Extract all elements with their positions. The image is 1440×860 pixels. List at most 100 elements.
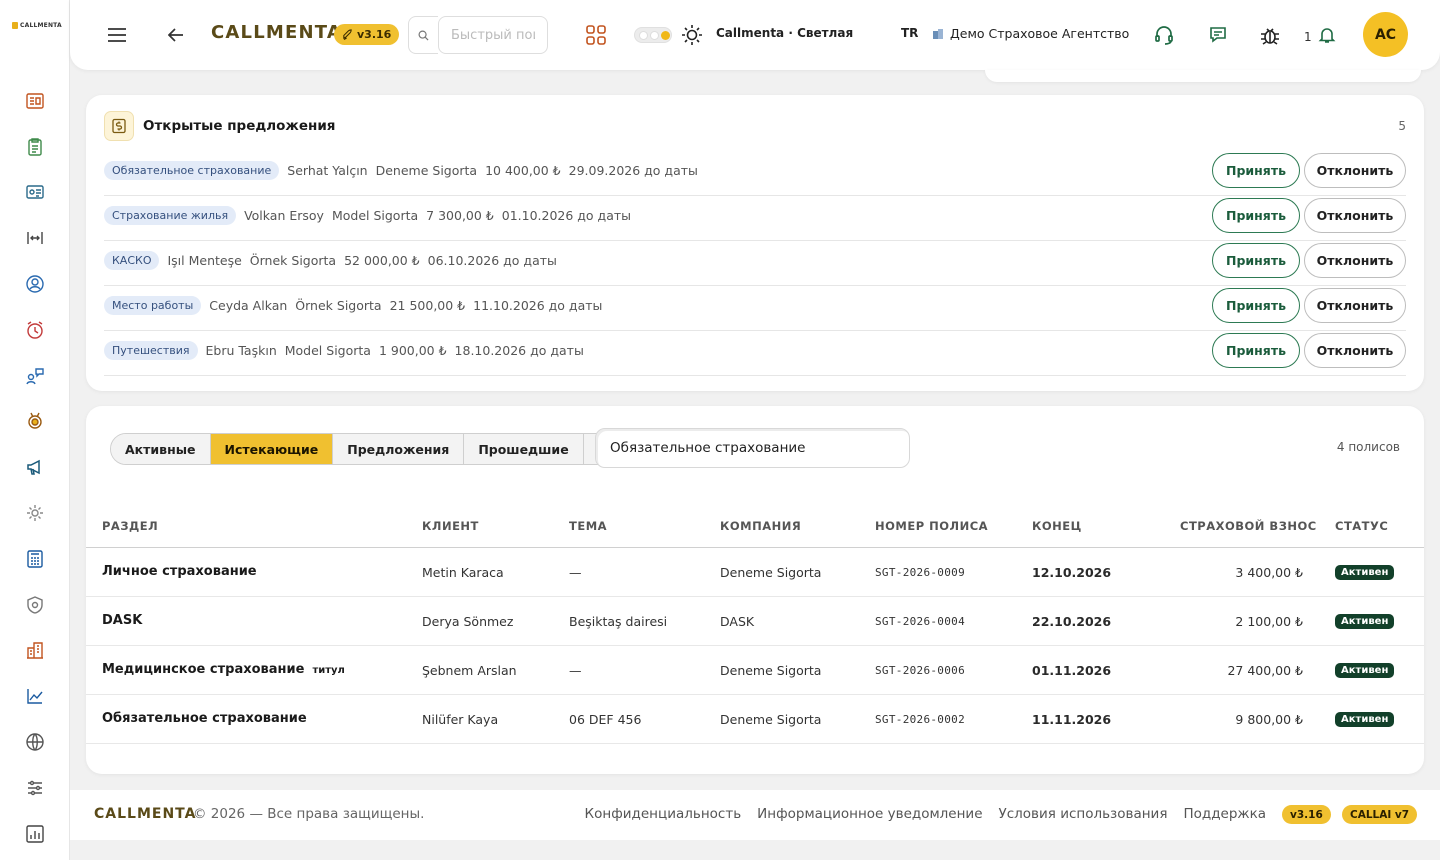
toggle-dot bbox=[650, 31, 659, 40]
section-filter-input[interactable] bbox=[595, 428, 910, 468]
table-row[interactable]: Медицинское страхование титул Şebnem Arsl… bbox=[86, 646, 1424, 695]
offer-company: Model Sigorta bbox=[331, 208, 419, 223]
footer-link-notice[interactable]: Информационное уведомление bbox=[757, 806, 982, 822]
footer-brand: CALLMENTA bbox=[94, 806, 197, 822]
sidebar-item-companies[interactable] bbox=[0, 628, 70, 674]
chart-icon bbox=[27, 689, 43, 704]
toggle-dot bbox=[639, 31, 648, 40]
row-client: Şebnem Arslan bbox=[422, 663, 517, 678]
row-company: Deneme Sigorta bbox=[720, 712, 822, 727]
offer-info: КАСКО Işıl Menteşe Örnek Sigorta 52 000,… bbox=[104, 251, 557, 270]
offer-deadline: 29.09.2026 до даты bbox=[568, 163, 698, 178]
sidebar-item-security[interactable] bbox=[0, 582, 70, 628]
quick-search bbox=[408, 16, 548, 54]
table-row[interactable]: Личное страхование Metin Karaca — Deneme… bbox=[86, 548, 1424, 597]
policy-count: 4 полисов bbox=[1336, 440, 1400, 454]
col-header-subject[interactable]: ТЕМА bbox=[569, 519, 607, 533]
status-badge: Активен bbox=[1335, 565, 1395, 580]
bell-icon bbox=[1318, 28, 1336, 43]
footer-callai-badge: CALLAI v7 bbox=[1342, 805, 1418, 824]
status-badge: Активен bbox=[1335, 663, 1395, 678]
apps-button[interactable] bbox=[585, 24, 607, 46]
row-premium: 3 400,00 ₺ bbox=[1235, 565, 1303, 580]
bug-report-button[interactable] bbox=[1258, 23, 1282, 47]
search-button[interactable] bbox=[408, 16, 438, 54]
search-input[interactable] bbox=[438, 16, 548, 54]
row-subject: — bbox=[569, 565, 582, 580]
reject-button[interactable]: Отклонить bbox=[1304, 288, 1406, 323]
accept-button[interactable]: Принять bbox=[1212, 243, 1300, 278]
reject-button[interactable]: Отклонить bbox=[1304, 333, 1406, 368]
sidebar-item-tasks[interactable] bbox=[0, 124, 70, 170]
col-header-policy-no[interactable]: НОМЕР ПОЛИСА bbox=[875, 519, 988, 533]
sidebar-item-campaigns[interactable] bbox=[0, 444, 70, 490]
sliders-icon bbox=[28, 780, 42, 796]
agency-name: Демо Страховое Агентство bbox=[950, 26, 1130, 41]
notifications-button[interactable] bbox=[1315, 23, 1339, 47]
menu-button[interactable] bbox=[104, 22, 130, 48]
tab-offers[interactable]: Предложения bbox=[333, 434, 465, 464]
brand-title[interactable]: CALLMENTA bbox=[211, 22, 342, 43]
row-subject: Beşiktaş dairesi bbox=[569, 614, 668, 629]
back-button[interactable] bbox=[164, 22, 188, 48]
offer-company: Örnek Sigorta bbox=[295, 298, 382, 313]
sidebar-item-customers[interactable] bbox=[0, 170, 70, 216]
sidebar-item-global[interactable] bbox=[0, 719, 70, 765]
sidebar-item-hierarchy[interactable] bbox=[0, 857, 70, 860]
col-header-premium[interactable]: СТРАХОВОЙ ВЗНОС bbox=[1180, 519, 1317, 533]
theme-toggle[interactable] bbox=[634, 27, 672, 43]
search-icon bbox=[418, 30, 429, 41]
tab-active[interactable]: Активные bbox=[111, 434, 211, 464]
open-offers-card: Открытые предложения 5 Обязательное стра… bbox=[86, 95, 1424, 391]
col-header-end[interactable]: КОНЕЦ bbox=[1032, 519, 1082, 533]
sidebar-item-analytics[interactable] bbox=[0, 673, 70, 719]
sidebar-item-rewards[interactable] bbox=[0, 399, 70, 445]
sidebar-item-filters[interactable] bbox=[0, 765, 70, 811]
sidebar-item-messages[interactable] bbox=[0, 353, 70, 399]
bug-icon bbox=[1261, 28, 1279, 45]
agency-selector[interactable]: Демо Страховое Агентство bbox=[932, 26, 1129, 41]
col-header-client[interactable]: КЛИЕНТ bbox=[422, 519, 479, 533]
reject-button[interactable]: Отклонить bbox=[1304, 153, 1406, 188]
footer-link-terms[interactable]: Условия использования bbox=[999, 806, 1168, 822]
reject-button[interactable]: Отклонить bbox=[1304, 198, 1406, 233]
tab-past[interactable]: Прошедшие bbox=[464, 434, 584, 464]
sidebar-logo[interactable]: CALLMENTA bbox=[12, 22, 62, 29]
sun-icon[interactable] bbox=[680, 23, 704, 47]
headset-icon bbox=[1155, 26, 1173, 45]
offer-type-chip: Место работы bbox=[104, 296, 202, 315]
table-row[interactable]: DASK Derya Sönmez Beşiktaş dairesi DASK … bbox=[86, 597, 1424, 646]
reject-button[interactable]: Отклонить bbox=[1304, 243, 1406, 278]
footer-link-support[interactable]: Поддержка bbox=[1183, 806, 1266, 822]
row-company: Deneme Sigorta bbox=[720, 663, 822, 678]
accept-button[interactable]: Принять bbox=[1212, 153, 1300, 188]
sidebar-item-profile[interactable] bbox=[0, 261, 70, 307]
col-header-section[interactable]: РАЗДЕЛ bbox=[102, 519, 158, 533]
accept-button[interactable]: Принять bbox=[1212, 198, 1300, 233]
accept-button[interactable]: Принять bbox=[1212, 333, 1300, 368]
toggle-dot-active bbox=[661, 31, 670, 40]
col-header-company[interactable]: КОМПАНИЯ bbox=[720, 519, 801, 533]
user-avatar[interactable]: AC bbox=[1363, 12, 1408, 57]
tab-expiring[interactable]: Истекающие bbox=[210, 434, 334, 464]
support-button[interactable] bbox=[1152, 23, 1176, 47]
row-section: Обязательное страхование bbox=[102, 711, 307, 726]
id-card-icon bbox=[26, 185, 44, 200]
sidebar-item-dashboard[interactable] bbox=[0, 78, 70, 124]
offer-row: Место работы Ceyda Alkan Örnek Sigorta 2… bbox=[104, 286, 1406, 331]
table-row[interactable]: Обязательное страхование Nilüfer Kaya 06… bbox=[86, 695, 1424, 744]
language-switch[interactable]: TR bbox=[901, 26, 918, 40]
sidebar-item-settings[interactable] bbox=[0, 490, 70, 536]
sidebar-item-reminders[interactable] bbox=[0, 307, 70, 353]
dashboard-icon bbox=[26, 93, 44, 109]
sidebar-item-reports[interactable] bbox=[0, 811, 70, 857]
sidebar-item-calculator[interactable] bbox=[0, 536, 70, 582]
row-premium: 27 400,00 ₺ bbox=[1227, 663, 1303, 678]
col-header-status[interactable]: СТАТУС bbox=[1335, 519, 1388, 533]
sidebar-item-transfers[interactable] bbox=[0, 215, 70, 261]
offer-row: КАСКО Işıl Menteşe Örnek Sigorta 52 000,… bbox=[104, 241, 1406, 286]
footer-link-privacy[interactable]: Конфиденциальность bbox=[585, 806, 742, 822]
accept-button[interactable]: Принять bbox=[1212, 288, 1300, 323]
building-icon bbox=[27, 642, 43, 660]
chat-button[interactable] bbox=[1206, 23, 1230, 47]
